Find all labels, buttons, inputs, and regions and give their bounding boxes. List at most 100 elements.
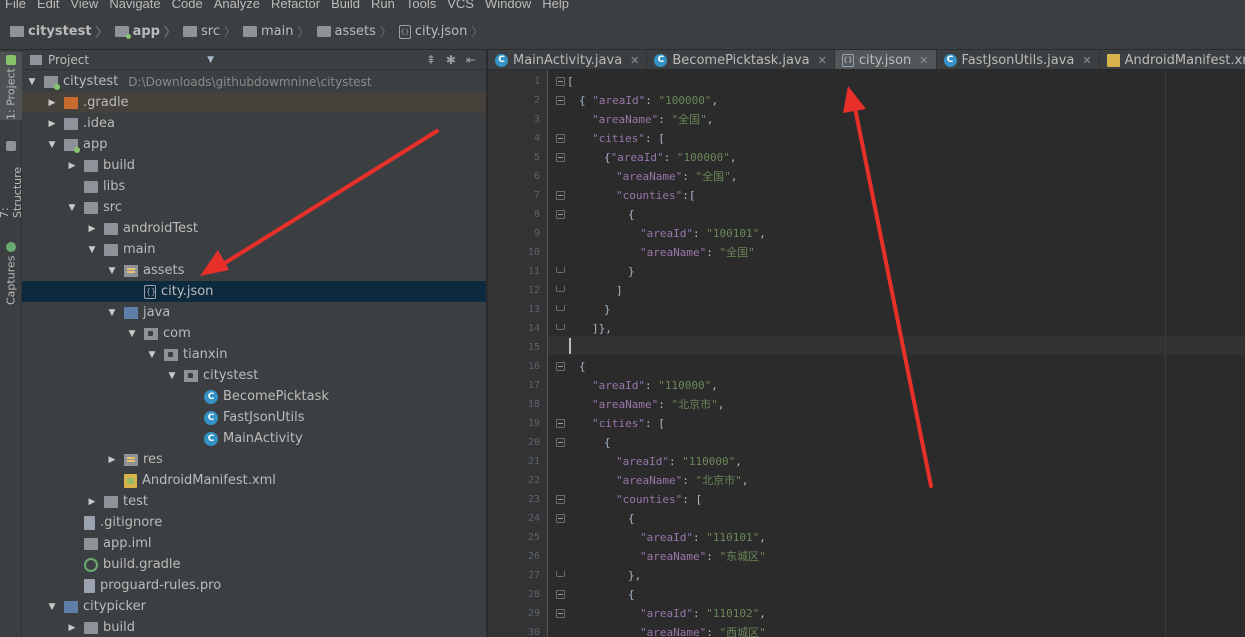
menu-view[interactable]: View (65, 0, 104, 11)
code-line[interactable]: "counties": [ (616, 490, 702, 509)
menu-analyze[interactable]: Analyze (209, 0, 266, 11)
tab-becomepicktask-java[interactable]: C BecomePicktask.java ✕ (647, 50, 835, 69)
code-text[interactable]: [{ "areaId": "100000", "areaName": "全国", "… (488, 70, 1245, 637)
code-line[interactable]: { (604, 433, 611, 452)
gear-icon[interactable]: ✱ (446, 53, 456, 67)
tree-item-src[interactable]: ▼ src (22, 197, 486, 218)
collapsed-arrow-icon[interactable]: ▶ (86, 224, 98, 234)
menu-build[interactable]: Build (326, 0, 366, 11)
code-line[interactable]: "areaName": "全国", (592, 110, 713, 129)
menu-vcs[interactable]: VCS (442, 0, 480, 11)
code-line[interactable]: { (628, 205, 635, 224)
menu-window[interactable]: Window (480, 0, 537, 11)
tree-item-becomepicktask[interactable]: C BecomePicktask (22, 386, 486, 407)
tab-androidmanifest-xml[interactable]: AndroidManifest.xml✕ (1100, 50, 1245, 69)
code-line[interactable]: "areaId": "110101", (640, 528, 766, 547)
menu-file[interactable]: File (0, 0, 32, 11)
tree-item-build-gradle[interactable]: build.gradle (22, 554, 486, 575)
expanded-arrow-icon[interactable]: ▼ (26, 77, 38, 87)
code-line[interactable]: "areaName": "东城区" (640, 547, 766, 566)
code-line[interactable]: } (628, 262, 635, 281)
expanded-arrow-icon[interactable]: ▼ (126, 329, 138, 339)
code-line[interactable]: "areaId": "110000", (592, 376, 718, 395)
code-line[interactable]: "areaName": "全国" (640, 243, 755, 262)
tree-item-idea[interactable]: ▶ .idea (22, 113, 486, 134)
code-editor[interactable]: 1 2 3 4 5 6 7 8 9 10 11 12 13 14 15 16 17 18 19 20 21 22 23 24 2… (488, 70, 1245, 637)
tree-item-fastjsonutils[interactable]: C FastJsonUtils (22, 407, 486, 428)
tree-item-citypicker-build[interactable]: ▶ build (22, 617, 486, 637)
collapsed-arrow-icon[interactable]: ▶ (66, 161, 78, 171)
code-line[interactable]: "areaName": "北京市", (616, 471, 748, 490)
code-line[interactable]: { (628, 509, 635, 528)
expanded-arrow-icon[interactable]: ▼ (46, 602, 58, 612)
tree-item-java[interactable]: ▼ java (22, 302, 486, 323)
breadcrumb-item-citystest[interactable]: citystest 〉 (10, 22, 115, 42)
code-line[interactable]: { (628, 585, 635, 604)
menu-run[interactable]: Run (366, 0, 401, 11)
collapsed-arrow-icon[interactable]: ▶ (46, 98, 58, 108)
collapsed-arrow-icon[interactable]: ▶ (66, 623, 78, 633)
tree-item-build[interactable]: ▶ build (22, 155, 486, 176)
code-line[interactable]: { (579, 357, 586, 376)
expanded-arrow-icon[interactable]: ▼ (86, 245, 98, 255)
tab-city-json[interactable]: {} city.json ✕ (834, 50, 937, 69)
code-line[interactable]: }, (628, 566, 641, 585)
collapsed-arrow-icon[interactable]: ▶ (106, 455, 118, 465)
expanded-arrow-icon[interactable]: ▼ (106, 308, 118, 318)
close-icon[interactable]: ✕ (630, 54, 639, 67)
collapse-all-icon[interactable]: ⇞ (426, 53, 436, 67)
breadcrumb-item-assets[interactable]: assets 〉 (316, 22, 399, 42)
menu-refactor[interactable]: Refactor (266, 0, 326, 11)
tab-project[interactable]: 1: Project (0, 52, 22, 120)
code-line[interactable]: ]}, (592, 319, 612, 338)
breadcrumb-item-city-json[interactable]: {} city.json 〉 (398, 22, 490, 42)
tree-item-main[interactable]: ▼ main (22, 239, 486, 260)
tree-item-libs[interactable]: libs (22, 176, 486, 197)
code-line[interactable]: "counties":[ (616, 186, 695, 205)
tree-item-test[interactable]: ▶ test (22, 491, 486, 512)
code-line[interactable]: "areaName": "全国", (616, 167, 737, 186)
code-line[interactable]: "areaId": "110102", (640, 604, 766, 623)
tree-item-city-json[interactable]: city.json (22, 281, 486, 302)
tree-item-androidmanifest[interactable]: AndroidManifest.xml (22, 470, 486, 491)
expanded-arrow-icon[interactable]: ▼ (66, 203, 78, 213)
expanded-arrow-icon[interactable]: ▼ (166, 371, 178, 381)
tab-mainactivity-java[interactable]: C MainActivity.java ✕ (488, 50, 648, 69)
code-line[interactable]: { "areaId": "100000", (579, 91, 718, 110)
tree-item-mainactivity[interactable]: C MainActivity (22, 428, 486, 449)
code-line[interactable]: } (604, 300, 611, 319)
tree-item-gitignore[interactable]: .gitignore (22, 512, 486, 533)
tree-item-citypicker[interactable]: ▼ citypicker (22, 596, 486, 617)
code-line[interactable]: "areaId": "100101", (640, 224, 766, 243)
code-line[interactable]: "areaId": "110000", (616, 452, 742, 471)
breadcrumb-item-src[interactable]: src 〉 (183, 22, 243, 42)
tree-item-citystest[interactable]: ▼ citystest D:\Downloads\githubdowmnine\ci… (22, 71, 486, 92)
code-line[interactable]: "cities": [ (592, 129, 665, 148)
tree-item-tianxin[interactable]: ▼ tianxin (22, 344, 486, 365)
code-line[interactable]: {"areaId": "100000", (604, 148, 736, 167)
close-icon[interactable]: ✕ (818, 54, 827, 67)
code-line[interactable]: "areaName": "西城区" (640, 623, 766, 637)
tree-item-com[interactable]: ▼ com (22, 323, 486, 344)
menu-navigate[interactable]: Navigate (104, 0, 166, 11)
tree-item-proguard[interactable]: proguard-rules.pro (22, 575, 486, 596)
tree-item-assets[interactable]: ▼ assets (22, 260, 486, 281)
code-line[interactable]: "areaName": "北京市", (592, 395, 724, 414)
project-view-selector[interactable]: Project (48, 53, 89, 67)
expanded-arrow-icon[interactable]: ▼ (106, 266, 118, 276)
expanded-arrow-icon[interactable]: ▼ (146, 350, 158, 360)
tree-item-citystest-package[interactable]: ▼ citystest (22, 365, 486, 386)
collapsed-arrow-icon[interactable]: ▶ (86, 497, 98, 507)
tree-item-app[interactable]: ▼ app (22, 134, 486, 155)
tree-item-androidtest[interactable]: ▶ androidTest (22, 218, 486, 239)
breadcrumb-item-app[interactable]: app 〉 (114, 22, 183, 42)
tree-item-res[interactable]: ▶ res (22, 449, 486, 470)
code-line[interactable]: ] (616, 281, 623, 300)
menu-code[interactable]: Code (167, 0, 209, 11)
menu-tools[interactable]: Tools (401, 0, 442, 11)
close-icon[interactable]: ✕ (919, 54, 928, 67)
tab-fastjsonutils-java[interactable]: C FastJsonUtils.java ✕ (937, 50, 1100, 69)
expanded-arrow-icon[interactable]: ▼ (46, 140, 58, 150)
breadcrumb-item-main[interactable]: main 〉 (243, 22, 317, 42)
tree-item-app-iml[interactable]: app.iml (22, 533, 486, 554)
